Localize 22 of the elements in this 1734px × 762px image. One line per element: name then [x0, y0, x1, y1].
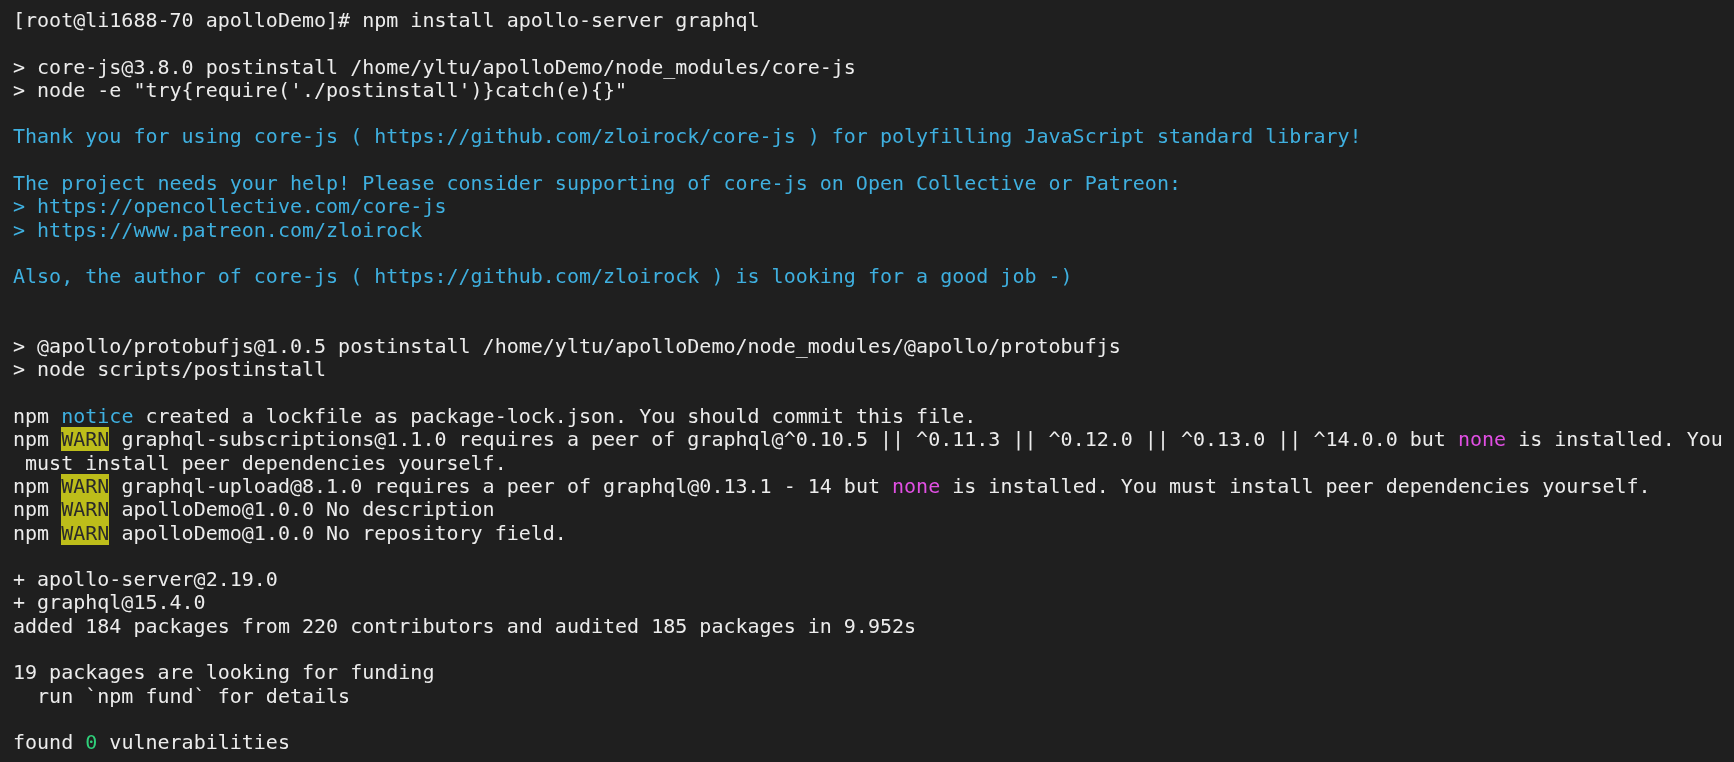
terminal-line: run `npm fund` for details — [36, 684, 351, 708]
terminal-line: npm WARN graphql-subscriptions@1.1.0 requires a peer of graphql@^0.10.5 || ^0.11.3 || ^0.12.0 || ^0.13.0 || ^14.0.0 but none is installed. You — [13, 428, 1723, 452]
terminal-line: npm WARN graphql-upload@8.1.0 requires a peer of graphql@0.13.1 - 14 but none is installed. You must install peer dependencies yourself. — [13, 474, 1651, 499]
terminal-line: + apollo-server@2.19.0 — [13, 568, 278, 592]
terminal-line: [root@li1688-70 apolloDemo]# npm install apollo-server graphql — [13, 9, 760, 33]
terminal-line: > https://opencollective.com/core-js — [13, 195, 447, 219]
terminal-line: must install peer dependencies yourself. — [24, 451, 507, 475]
terminal-line: 19 packages are looking for funding — [13, 661, 435, 685]
terminal-line: Also, the author of core-js ( https://github.com/zloirock ) is looking for a good job -) — [13, 265, 1073, 289]
terminal-line: npm WARN apolloDemo@1.0.0 No repository field. — [13, 521, 567, 545]
terminal-line: > core-js@3.8.0 postinstall /home/yltu/apolloDemo/node_modules/core-js — [13, 55, 856, 79]
terminal-line: > @apollo/protobufjs@1.0.5 postinstall /home/yltu/apolloDemo/node_modules/@apollo/protobufjs — [13, 335, 1121, 359]
terminal-line: found 0 vulnerabilities — [13, 731, 290, 755]
terminal-line: > node -e "try{require('./postinstall')}catch(e){}" — [13, 78, 628, 103]
terminal-line: + graphql@15.4.0 — [13, 591, 206, 615]
terminal-line: > https://www.patreon.com/zloirock — [13, 218, 423, 242]
terminal-line: npm notice created a lockfile as package-lock.json. You should commit this file. — [13, 405, 977, 429]
terminal-line: added 184 packages from 220 contributors and audited 185 packages in 9.952s — [13, 614, 917, 638]
terminal-line: The project needs your help! Please consider supporting of core-js on Open Collective or Patreon: — [13, 172, 1181, 196]
terminal-line: npm WARN apolloDemo@1.0.0 No description — [13, 498, 495, 522]
terminal-line: > node scripts/postinstall — [13, 358, 327, 382]
terminal-line: Thank you for using core-js ( https://github.com/zloirock/core-js ) for polyfilling JavaScript standard library! — [13, 125, 1362, 149]
